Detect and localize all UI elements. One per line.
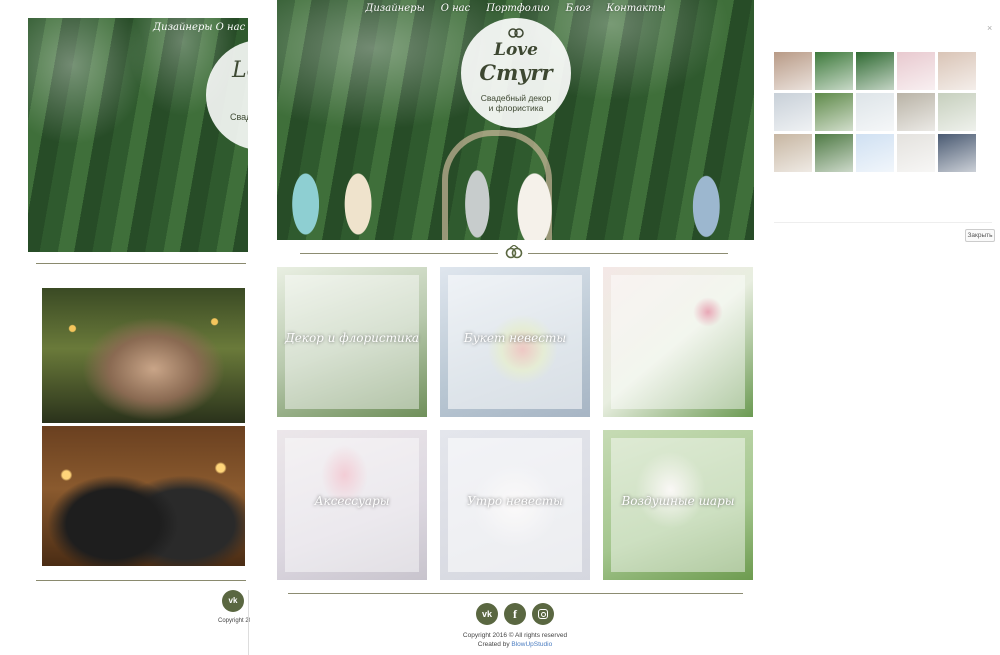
- couple-photo: [42, 288, 245, 423]
- left-vertical-line: [248, 590, 249, 655]
- category-tile-bouquet[interactable]: Букет невесты: [440, 267, 590, 417]
- hero-photo: Дизайнеры О нас Портфолио Блог Контакты …: [277, 0, 754, 240]
- studio-link[interactable]: BlowUpStudio: [511, 641, 552, 648]
- left-divider-bottom: [36, 580, 246, 581]
- guests-silhouettes: [277, 120, 754, 240]
- gallery-thumbnail[interactable]: [856, 93, 894, 131]
- nav-item-portfolio[interactable]: Портфолио: [486, 3, 549, 14]
- tile-label: Букет невесты: [463, 331, 567, 345]
- gallery-thumbnail[interactable]: [856, 134, 894, 172]
- nav-item-contacts[interactable]: Контакты: [606, 3, 665, 14]
- gallery-thumbnail[interactable]: [815, 52, 853, 90]
- gallery-thumbnail[interactable]: [897, 93, 935, 131]
- tile-label: Утро невесты: [467, 494, 563, 508]
- site-logo[interactable]: Love Сmyrr Свадебный декор и флористика: [461, 18, 571, 128]
- left-logo-tagline: Свад и ф: [230, 112, 248, 122]
- nav-item-blog[interactable]: Блог: [566, 3, 591, 14]
- left-logo: Lo Сm Свад и ф: [206, 40, 248, 150]
- gallery-thumbnail[interactable]: [897, 52, 935, 90]
- nav-item-designers[interactable]: Дизайнеры: [365, 3, 424, 14]
- copyright-text: Copyright 2016 © All rights reserved: [462, 632, 568, 639]
- brand-name-line2: Сmyrr: [479, 60, 553, 85]
- separator-line-left: [300, 253, 498, 254]
- rings-icon: [508, 28, 524, 38]
- gallery-thumbnail[interactable]: [815, 93, 853, 131]
- created-by-label: Created by: [477, 641, 510, 648]
- team-photo: [42, 426, 245, 566]
- left-nav: Дизайнеры О нас: [153, 22, 246, 33]
- instagram-icon[interactable]: [532, 603, 554, 625]
- tile-label: Аксессуары: [314, 494, 390, 508]
- left-vk-icon[interactable]: vk: [222, 590, 244, 612]
- category-tile-decor[interactable]: Декор и флористика: [277, 267, 427, 417]
- created-by: Created by BlowUpStudio: [440, 640, 590, 649]
- vk-icon[interactable]: vk: [476, 603, 498, 625]
- gallery-thumbnail[interactable]: [774, 52, 812, 90]
- gallery-thumbnail[interactable]: [938, 52, 976, 90]
- category-tile-accessories[interactable]: Аксессуары: [277, 430, 427, 580]
- tagline-line2: и флористика: [488, 103, 544, 113]
- rings-icon: [505, 245, 523, 259]
- separator-line-right: [528, 253, 728, 254]
- gallery-thumbnail[interactable]: [897, 134, 935, 172]
- close-button[interactable]: Закрыть: [965, 229, 995, 242]
- tagline-line1: Свадебный декор: [480, 93, 552, 103]
- tile-label: Воздушные шары: [621, 494, 735, 508]
- category-tile-bride-morning[interactable]: Утро невесты: [440, 430, 590, 580]
- left-preview-column: Дизайнеры О нас Lo Сm Свад и ф vk Copyri…: [0, 0, 250, 655]
- popup-divider: [774, 222, 992, 223]
- main-nav: Дизайнеры О нас Портфолио Блог Контакты: [277, 3, 754, 14]
- tile-label: Декор и флористика: [284, 331, 420, 345]
- tile-overlay: [611, 275, 745, 409]
- brand-name-line1: Love: [494, 40, 538, 60]
- category-tile-balloons[interactable]: Воздушные шары: [603, 430, 753, 580]
- footer-divider: [288, 593, 743, 594]
- gallery-thumbnail[interactable]: [774, 93, 812, 131]
- facebook-icon[interactable]: f: [504, 603, 526, 625]
- left-divider: [36, 263, 246, 264]
- close-icon[interactable]: ×: [987, 23, 992, 33]
- category-tile-invitations[interactable]: [603, 267, 753, 417]
- gallery-thumbnail[interactable]: [856, 52, 894, 90]
- gallery-thumbnail[interactable]: [774, 134, 812, 172]
- left-copyright: Copyright 20 Created: [218, 618, 250, 624]
- gallery-thumbnail[interactable]: [938, 93, 976, 131]
- left-logo-text: Lo Сm: [232, 58, 248, 83]
- nav-item-about[interactable]: О нас: [441, 3, 471, 14]
- thumbnail-grid: [774, 52, 976, 172]
- left-hero-photo: Дизайнеры О нас Lo Сm Свад и ф: [28, 18, 248, 252]
- gallery-thumbnail[interactable]: [815, 134, 853, 172]
- gallery-thumbnail[interactable]: [938, 134, 976, 172]
